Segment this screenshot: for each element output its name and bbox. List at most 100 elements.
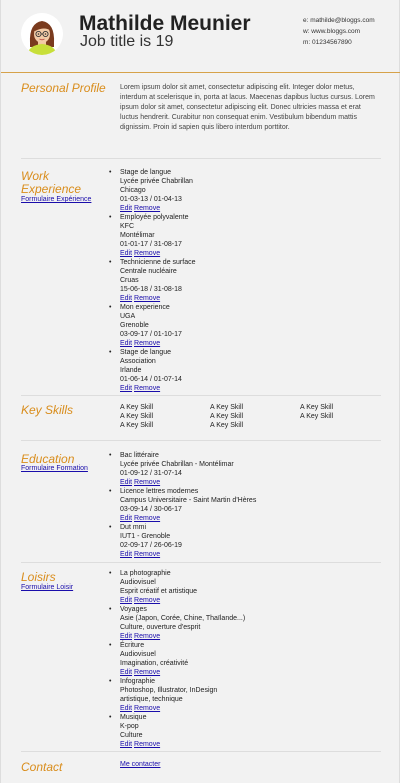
edit-link[interactable]: Edit [120,633,132,640]
experience-place: Grenoble [120,322,149,329]
experience-list: Stage de langue Lycée privée Chabrillan … [109,168,196,393]
experience-item: Mon experience UGA Grenoble 03-09-17 / 0… [109,303,196,348]
education-title: Licence lettres modernes [120,488,199,495]
cv-page: Mathilde Meunier Job title is 19 e: math… [0,0,400,783]
experience-dates: 01-06-14 / 01-07-14 [120,376,182,383]
loisir-detail: Audiovisuel [120,651,156,658]
edit-link[interactable]: Edit [120,295,132,302]
section-divider [21,751,381,752]
education-school: IUT1 - Grenoble [120,533,171,540]
website-text: w: www.bloggs.com [303,28,361,35]
edit-link[interactable]: Edit [120,385,132,392]
experience-place: Cruas [120,277,139,284]
experience-title: Technicienne de surface [120,259,196,266]
remove-link[interactable]: Remove [134,597,160,604]
loisir-item: Écriture Audiovisuel Imagination, créati… [109,641,245,677]
remove-link[interactable]: Remove [134,205,160,212]
education-form-link[interactable]: Formulaire Formation [21,465,88,472]
experience-title: Employée polyvalente [120,214,189,221]
experience-org: Centrale nucléaire [120,268,177,275]
education-list: Bac littéraire Lycée privée Chabrillan -… [109,451,256,559]
loisir-title: La photographie [120,570,171,577]
remove-link[interactable]: Remove [134,633,160,640]
experience-title: Mon experience [120,304,170,311]
education-item: Bac littéraire Lycée privée Chabrillan -… [109,451,256,487]
experience-title: Stage de langue [120,169,171,176]
contact-details: e: mathilde@bloggs.com w: www.bloggs.com… [303,15,375,48]
loisir-detail: Esprit créatif et artistique [120,588,198,595]
section-divider [21,440,381,441]
experience-org: KFC [120,223,134,230]
experience-org: Lycée privée Chabrillan [120,178,193,185]
edit-link[interactable]: Edit [120,551,132,558]
loisir-title: Voyages [120,606,147,613]
experience-item: Stage de langue Association Irlande 01-0… [109,348,196,393]
contact-me-link[interactable]: Me contacter [120,761,160,768]
remove-link[interactable]: Remove [134,741,160,748]
edit-link[interactable]: Edit [120,515,132,522]
cv-header: Mathilde Meunier Job title is 19 e: math… [1,0,400,68]
loisir-item: La photographie Audiovisuel Esprit créat… [109,569,245,605]
experience-dates: 03-09-17 / 01-10-17 [120,331,182,338]
loisir-detail: Culture, ouverture d'esprit [120,624,201,631]
edit-link[interactable]: Edit [120,250,132,257]
loisir-detail: Imagination, créativité [120,660,189,667]
education-item: Dut mmi IUT1 - Grenoble 02-09-17 / 26-06… [109,523,256,559]
experience-org: Association [120,358,156,365]
section-divider [21,562,381,563]
section-title-experience: Work Experience [21,170,81,196]
loisirs-list: La photographie Audiovisuel Esprit créat… [109,569,245,749]
education-school: Lycée privée Chabrillan - Montélimar [120,461,234,468]
remove-link[interactable]: Remove [134,385,160,392]
loisir-item: Infographie Photoshop, Illustrator, InDe… [109,677,245,713]
skill-item: A Key Skill [300,413,334,420]
avatar-woman-icon [21,13,63,55]
experience-dates: 01-03-13 / 01-04-13 [120,196,182,203]
experience-place: Chicago [120,187,146,194]
edit-link[interactable]: Edit [120,479,132,486]
loisirs-form-link[interactable]: Formulaire Loisir [21,584,73,591]
section-title-profile: Personal Profile [21,81,106,95]
header-divider [1,72,400,73]
loisir-title: Musique [120,714,147,721]
remove-link[interactable]: Remove [134,340,160,347]
avatar [21,13,63,55]
skills-grid: A Key Skill A Key Skill A Key Skill A Ke… [120,403,390,430]
experience-place: Montélimar [120,232,155,239]
education-title: Dut mmi [120,524,147,531]
skill-item: A Key Skill [120,404,154,411]
loisir-detail: K-pop [120,723,139,730]
loisir-item: Voyages Asie (Japon, Corée, Chine, Thaïl… [109,605,245,641]
edit-link[interactable]: Edit [120,669,132,676]
remove-link[interactable]: Remove [134,551,160,558]
loisir-title: Infographie [120,678,156,685]
skill-item: A Key Skill [120,422,154,429]
profile-text: Lorem ipsum dolor sit amet, consectetur … [120,84,375,131]
edit-link[interactable]: Edit [120,205,132,212]
remove-link[interactable]: Remove [134,479,160,486]
section-divider [21,158,381,159]
section-title-contact: Contact [21,760,63,774]
education-dates: 01-09-12 / 31-07-14 [120,470,182,477]
loisir-detail: Photoshop, Illustrator, InDesign [120,687,218,694]
edit-link[interactable]: Edit [120,340,132,347]
remove-link[interactable]: Remove [134,250,160,257]
job-title: Job title is 19 [80,33,174,50]
education-title: Bac littéraire [120,452,159,459]
edit-link[interactable]: Edit [120,597,132,604]
experience-title: Stage de langue [120,349,171,356]
remove-link[interactable]: Remove [134,295,160,302]
loisir-detail: Audiovisuel [120,579,156,586]
remove-link[interactable]: Remove [134,669,160,676]
experience-place: Irlande [120,367,142,374]
education-school: Campus Universitaire - Saint Martin d'Hè… [120,497,257,504]
loisir-detail: artistique, technique [120,696,183,703]
experience-item: Employée polyvalente KFC Montélimar 01-0… [109,213,196,258]
edit-link[interactable]: Edit [120,741,132,748]
section-divider [21,395,381,396]
skill-item: A Key Skill [210,404,244,411]
remove-link[interactable]: Remove [134,705,160,712]
remove-link[interactable]: Remove [134,515,160,522]
edit-link[interactable]: Edit [120,705,132,712]
experience-form-link[interactable]: Formulaire Expérience [21,196,91,203]
